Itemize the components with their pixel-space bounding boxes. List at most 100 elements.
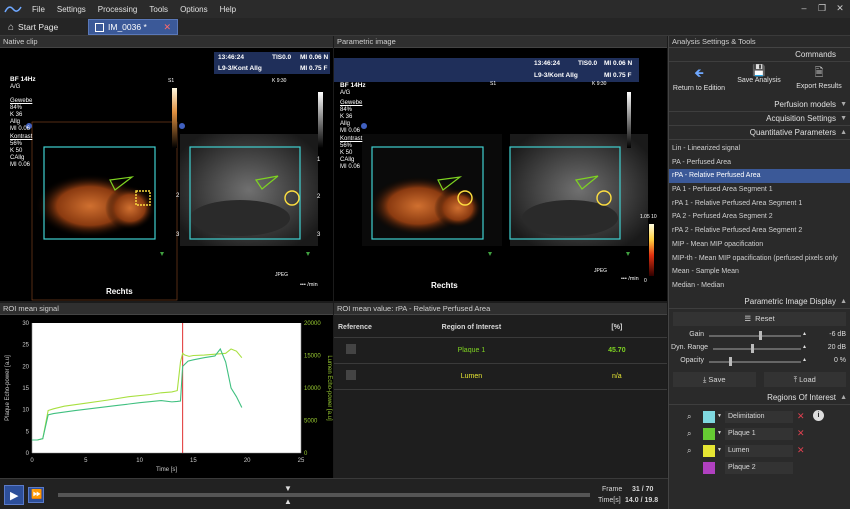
- reference-checkbox[interactable]: [334, 363, 377, 390]
- roi-name[interactable]: Plaque 1: [725, 427, 793, 440]
- section-label: Regions Of Interest: [767, 392, 836, 402]
- param-item[interactable]: PA 1 - Perfused Area Segment 1: [669, 183, 850, 197]
- timeline-marker-top-icon[interactable]: ▼: [284, 484, 292, 493]
- roi-item[interactable]: ⌕ ▼ Lumen ✕: [669, 443, 850, 460]
- reference-checkbox[interactable]: [334, 337, 377, 364]
- roi-item[interactable]: ⌕ ▼ Delimitation ✕ i: [669, 409, 850, 426]
- menu-help[interactable]: Help: [214, 5, 242, 14]
- menu-settings[interactable]: Settings: [51, 5, 92, 14]
- bf-text: BF 14Hz: [340, 82, 366, 89]
- parametric-display-header[interactable]: Parametric Image Display ▲: [669, 295, 850, 309]
- rois-header[interactable]: Regions Of Interest ▲: [669, 391, 850, 405]
- roi-color-swatch[interactable]: [703, 427, 715, 440]
- dynrange-label: Dyn. Range: [671, 343, 708, 351]
- magnifier-icon[interactable]: ⌕: [687, 446, 691, 456]
- table-row[interactable]: Plaque 1 45.70: [334, 337, 667, 364]
- menu-processing[interactable]: Processing: [92, 5, 144, 14]
- restore-icon[interactable]: ❐: [816, 2, 828, 14]
- gain-slider-handle[interactable]: [759, 330, 762, 340]
- roi-name[interactable]: Lumen: [725, 444, 793, 457]
- section-label: Acquisition Settings: [766, 114, 836, 123]
- minimize-icon[interactable]: –: [798, 2, 810, 14]
- dynrange-value: 20 dB: [827, 343, 846, 351]
- chevron-down-icon[interactable]: ▼: [717, 430, 722, 436]
- roi-name[interactable]: Plaque 2: [725, 461, 793, 474]
- native-viewport[interactable]: 13:46:24 TIS0.0 MI 0.06 N L9-3/Kont Allg…: [0, 48, 333, 301]
- load-display-button[interactable]: ⤒ Load: [763, 371, 846, 387]
- gewebe-mode: Allg: [10, 119, 21, 125]
- reset-button[interactable]: ☰ Reset: [673, 311, 846, 326]
- frame-label: Frame: [602, 486, 623, 493]
- menu-file[interactable]: File: [26, 5, 51, 14]
- kontrast-text: Kontrast: [340, 136, 363, 142]
- load-label: Load: [799, 374, 816, 384]
- param-item[interactable]: MIP-th - Mean MIP opacification (perfuse…: [669, 252, 850, 266]
- param-item[interactable]: PA 2 - Perfused Area Segment 2: [669, 210, 850, 224]
- param-item[interactable]: Lin - Linearized signal: [669, 142, 850, 156]
- menu-options[interactable]: Options: [174, 5, 214, 14]
- bf-text: BF 14Hz: [10, 76, 36, 83]
- param-item[interactable]: Mean - Sample Mean: [669, 265, 850, 279]
- param-item[interactable]: rPA 1 - Relative Perfused Area Segment 1: [669, 197, 850, 211]
- delete-icon[interactable]: ✕: [797, 445, 805, 456]
- quantitative-parameters-header[interactable]: Quantitative Parameters ▲: [669, 126, 850, 140]
- fast-forward-button[interactable]: ⏩: [28, 487, 44, 503]
- opacity-slider-handle[interactable]: [729, 356, 732, 366]
- roi-color-swatch[interactable]: [703, 410, 715, 423]
- param-item[interactable]: rPA - Relative Perfused Area: [669, 169, 850, 184]
- floppy-icon: 💾: [752, 65, 766, 77]
- roi-color-swatch[interactable]: [703, 461, 715, 474]
- magnifier-icon[interactable]: ⌕: [687, 429, 691, 439]
- perfusion-models-header[interactable]: Perfusion models ▼: [669, 98, 850, 112]
- gewebe-text: Gewebe: [10, 98, 33, 104]
- dynrange-slider[interactable]: [713, 347, 801, 350]
- depth-tick: 2: [317, 194, 321, 200]
- opacity-slider[interactable]: [709, 360, 801, 363]
- tab-start-page[interactable]: ⌂ Start Page: [2, 19, 84, 35]
- spin-icon[interactable]: ▴: [803, 356, 806, 363]
- y-tick-label: 25: [22, 343, 29, 349]
- table-row[interactable]: Lumen n/a: [334, 363, 667, 390]
- delete-icon[interactable]: ✕: [797, 428, 805, 439]
- roi-item[interactable]: Plaque 2: [669, 460, 850, 477]
- param-item[interactable]: MIP - Mean MIP opacification: [669, 238, 850, 252]
- y2-tick-label: 5000: [304, 419, 318, 425]
- chevron-down-icon[interactable]: ▼: [717, 447, 722, 453]
- timeline-track[interactable]: [58, 493, 590, 497]
- info-icon[interactable]: i: [813, 409, 824, 421]
- roi-color-swatch[interactable]: [703, 444, 715, 457]
- roi-name[interactable]: Delimitation: [725, 410, 793, 423]
- spin-icon[interactable]: ▴: [803, 343, 806, 350]
- signal-chart[interactable]: 0 5 10 15 20 25051015202530050001000015000200…: [0, 315, 333, 478]
- chevron-up-icon: ▲: [840, 297, 847, 305]
- play-button[interactable]: ▶: [4, 485, 24, 505]
- timeline-marker-bottom-icon[interactable]: ▲: [284, 497, 292, 506]
- param-item[interactable]: PA - Perfused Area: [669, 156, 850, 170]
- roi-name: Plaque 1: [376, 337, 567, 364]
- tab-image[interactable]: IM_0036 * ✕: [88, 19, 178, 35]
- spin-icon[interactable]: ▴: [803, 330, 806, 337]
- roi-item[interactable]: ⌕ ▼ Plaque 1 ✕: [669, 426, 850, 443]
- gain-slider[interactable]: [709, 334, 801, 337]
- close-window-icon[interactable]: ✕: [834, 2, 846, 14]
- param-item[interactable]: Median - Median: [669, 279, 850, 293]
- gewebe-mi: MI 0.06: [340, 128, 361, 134]
- y2-tick-label: 20000: [304, 321, 321, 327]
- acquisition-settings-header[interactable]: Acquisition Settings ▼: [669, 112, 850, 126]
- opacity-slider-row: Opacity ▴ 0 %: [669, 355, 850, 368]
- delete-icon[interactable]: ✕: [797, 411, 805, 422]
- menu-tools[interactable]: Tools: [143, 5, 174, 14]
- chevron-down-icon[interactable]: ▼: [717, 413, 722, 419]
- parametric-viewport[interactable]: 13:46:24 TIS0.0 MI 0.06 N L9-3/Kont Allg…: [334, 48, 667, 301]
- dynrange-slider-handle[interactable]: [751, 343, 754, 353]
- save-display-button[interactable]: ⤓ Save: [673, 371, 756, 387]
- roi-value: n/a: [566, 363, 667, 390]
- return-to-edition-button[interactable]: 🡸 Return to Edition: [669, 64, 729, 98]
- param-item[interactable]: rPA 2 - Relative Perfused Area Segment 2: [669, 224, 850, 238]
- close-tab-icon[interactable]: ✕: [163, 22, 171, 33]
- tab-start-label: Start Page: [18, 22, 59, 32]
- save-analysis-button[interactable]: 💾 Save Analysis: [729, 64, 789, 98]
- native-clip-panel: Native clip 13:46:24 TIS0.0 MI 0.06 N L9…: [0, 36, 333, 301]
- export-results-button[interactable]: 🗎 Export Results: [789, 64, 849, 98]
- magnifier-icon[interactable]: ⌕: [687, 412, 691, 422]
